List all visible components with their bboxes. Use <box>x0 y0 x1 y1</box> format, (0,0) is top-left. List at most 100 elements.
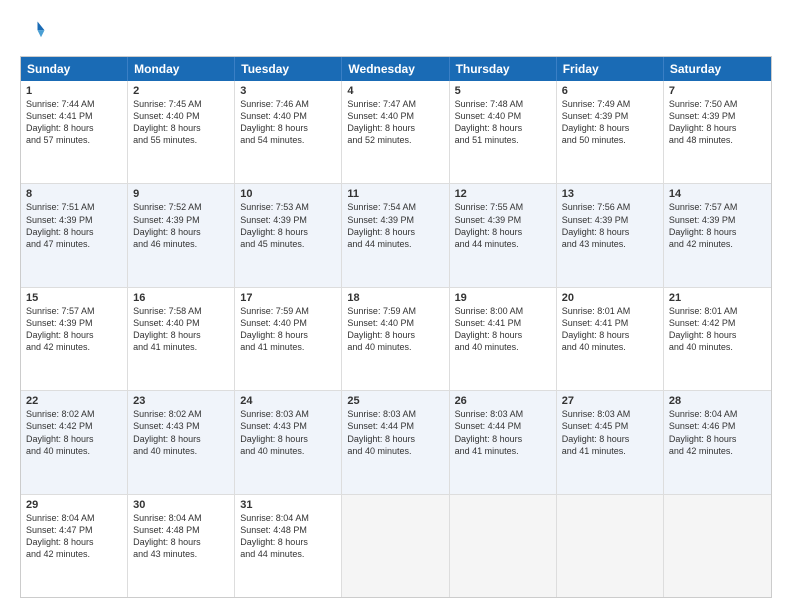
cell-text: Sunrise: 7:51 AMSunset: 4:39 PMDaylight:… <box>26 201 122 250</box>
day-number: 10 <box>240 188 336 200</box>
header <box>20 18 772 46</box>
day-number: 19 <box>455 292 551 304</box>
cell-text: Sunrise: 8:03 AMSunset: 4:44 PMDaylight:… <box>347 408 443 457</box>
calendar-cell: 31Sunrise: 8:04 AMSunset: 4:48 PMDayligh… <box>235 495 342 597</box>
calendar-cell: 17Sunrise: 7:59 AMSunset: 4:40 PMDayligh… <box>235 288 342 390</box>
cell-text: Sunrise: 7:47 AMSunset: 4:40 PMDaylight:… <box>347 98 443 147</box>
calendar-cell: 4Sunrise: 7:47 AMSunset: 4:40 PMDaylight… <box>342 81 449 183</box>
cell-text: Sunrise: 7:44 AMSunset: 4:41 PMDaylight:… <box>26 98 122 147</box>
cell-text: Sunrise: 8:01 AMSunset: 4:41 PMDaylight:… <box>562 305 658 354</box>
calendar-cell: 29Sunrise: 8:04 AMSunset: 4:47 PMDayligh… <box>21 495 128 597</box>
day-number: 4 <box>347 85 443 97</box>
calendar-cell: 19Sunrise: 8:00 AMSunset: 4:41 PMDayligh… <box>450 288 557 390</box>
day-number: 7 <box>669 85 766 97</box>
calendar-cell: 6Sunrise: 7:49 AMSunset: 4:39 PMDaylight… <box>557 81 664 183</box>
day-number: 2 <box>133 85 229 97</box>
calendar-cell: 20Sunrise: 8:01 AMSunset: 4:41 PMDayligh… <box>557 288 664 390</box>
calendar-cell: 23Sunrise: 8:02 AMSunset: 4:43 PMDayligh… <box>128 391 235 493</box>
day-number: 13 <box>562 188 658 200</box>
calendar-cell: 5Sunrise: 7:48 AMSunset: 4:40 PMDaylight… <box>450 81 557 183</box>
logo <box>20 18 52 46</box>
day-number: 29 <box>26 499 122 511</box>
cell-text: Sunrise: 8:04 AMSunset: 4:48 PMDaylight:… <box>240 512 336 561</box>
calendar-cell: 11Sunrise: 7:54 AMSunset: 4:39 PMDayligh… <box>342 184 449 286</box>
day-number: 18 <box>347 292 443 304</box>
calendar-row: 1Sunrise: 7:44 AMSunset: 4:41 PMDaylight… <box>21 81 771 183</box>
day-number: 23 <box>133 395 229 407</box>
calendar-cell <box>664 495 771 597</box>
cell-text: Sunrise: 8:00 AMSunset: 4:41 PMDaylight:… <box>455 305 551 354</box>
calendar-row: 29Sunrise: 8:04 AMSunset: 4:47 PMDayligh… <box>21 494 771 597</box>
cell-text: Sunrise: 7:55 AMSunset: 4:39 PMDaylight:… <box>455 201 551 250</box>
cell-text: Sunrise: 8:04 AMSunset: 4:46 PMDaylight:… <box>669 408 766 457</box>
cell-text: Sunrise: 8:04 AMSunset: 4:47 PMDaylight:… <box>26 512 122 561</box>
calendar-cell <box>342 495 449 597</box>
calendar-cell: 9Sunrise: 7:52 AMSunset: 4:39 PMDaylight… <box>128 184 235 286</box>
logo-icon <box>20 18 48 46</box>
calendar-cell: 25Sunrise: 8:03 AMSunset: 4:44 PMDayligh… <box>342 391 449 493</box>
day-number: 31 <box>240 499 336 511</box>
cell-text: Sunrise: 8:01 AMSunset: 4:42 PMDaylight:… <box>669 305 766 354</box>
weekday-header: Monday <box>128 57 235 81</box>
calendar-cell: 12Sunrise: 7:55 AMSunset: 4:39 PMDayligh… <box>450 184 557 286</box>
calendar-cell: 30Sunrise: 8:04 AMSunset: 4:48 PMDayligh… <box>128 495 235 597</box>
day-number: 12 <box>455 188 551 200</box>
calendar-cell: 10Sunrise: 7:53 AMSunset: 4:39 PMDayligh… <box>235 184 342 286</box>
calendar-cell: 2Sunrise: 7:45 AMSunset: 4:40 PMDaylight… <box>128 81 235 183</box>
day-number: 24 <box>240 395 336 407</box>
cell-text: Sunrise: 7:59 AMSunset: 4:40 PMDaylight:… <box>347 305 443 354</box>
cell-text: Sunrise: 7:46 AMSunset: 4:40 PMDaylight:… <box>240 98 336 147</box>
page: SundayMondayTuesdayWednesdayThursdayFrid… <box>0 0 792 612</box>
cell-text: Sunrise: 7:57 AMSunset: 4:39 PMDaylight:… <box>669 201 766 250</box>
cell-text: Sunrise: 8:02 AMSunset: 4:42 PMDaylight:… <box>26 408 122 457</box>
day-number: 17 <box>240 292 336 304</box>
day-number: 21 <box>669 292 766 304</box>
cell-text: Sunrise: 8:02 AMSunset: 4:43 PMDaylight:… <box>133 408 229 457</box>
calendar-cell: 24Sunrise: 8:03 AMSunset: 4:43 PMDayligh… <box>235 391 342 493</box>
calendar-cell: 3Sunrise: 7:46 AMSunset: 4:40 PMDaylight… <box>235 81 342 183</box>
cell-text: Sunrise: 7:45 AMSunset: 4:40 PMDaylight:… <box>133 98 229 147</box>
calendar-cell: 28Sunrise: 8:04 AMSunset: 4:46 PMDayligh… <box>664 391 771 493</box>
day-number: 8 <box>26 188 122 200</box>
calendar-row: 8Sunrise: 7:51 AMSunset: 4:39 PMDaylight… <box>21 183 771 286</box>
calendar-cell <box>450 495 557 597</box>
calendar-row: 15Sunrise: 7:57 AMSunset: 4:39 PMDayligh… <box>21 287 771 390</box>
calendar-cell: 22Sunrise: 8:02 AMSunset: 4:42 PMDayligh… <box>21 391 128 493</box>
calendar-body: 1Sunrise: 7:44 AMSunset: 4:41 PMDaylight… <box>21 81 771 597</box>
day-number: 9 <box>133 188 229 200</box>
calendar: SundayMondayTuesdayWednesdayThursdayFrid… <box>20 56 772 598</box>
cell-text: Sunrise: 7:59 AMSunset: 4:40 PMDaylight:… <box>240 305 336 354</box>
day-number: 25 <box>347 395 443 407</box>
day-number: 14 <box>669 188 766 200</box>
day-number: 15 <box>26 292 122 304</box>
calendar-cell: 18Sunrise: 7:59 AMSunset: 4:40 PMDayligh… <box>342 288 449 390</box>
cell-text: Sunrise: 7:53 AMSunset: 4:39 PMDaylight:… <box>240 201 336 250</box>
calendar-cell: 7Sunrise: 7:50 AMSunset: 4:39 PMDaylight… <box>664 81 771 183</box>
weekday-header: Sunday <box>21 57 128 81</box>
calendar-cell: 13Sunrise: 7:56 AMSunset: 4:39 PMDayligh… <box>557 184 664 286</box>
day-number: 16 <box>133 292 229 304</box>
cell-text: Sunrise: 7:48 AMSunset: 4:40 PMDaylight:… <box>455 98 551 147</box>
day-number: 3 <box>240 85 336 97</box>
day-number: 27 <box>562 395 658 407</box>
cell-text: Sunrise: 8:03 AMSunset: 4:45 PMDaylight:… <box>562 408 658 457</box>
calendar-cell <box>557 495 664 597</box>
day-number: 26 <box>455 395 551 407</box>
cell-text: Sunrise: 7:52 AMSunset: 4:39 PMDaylight:… <box>133 201 229 250</box>
cell-text: Sunrise: 7:58 AMSunset: 4:40 PMDaylight:… <box>133 305 229 354</box>
calendar-row: 22Sunrise: 8:02 AMSunset: 4:42 PMDayligh… <box>21 390 771 493</box>
day-number: 20 <box>562 292 658 304</box>
calendar-cell: 8Sunrise: 7:51 AMSunset: 4:39 PMDaylight… <box>21 184 128 286</box>
calendar-cell: 27Sunrise: 8:03 AMSunset: 4:45 PMDayligh… <box>557 391 664 493</box>
cell-text: Sunrise: 7:57 AMSunset: 4:39 PMDaylight:… <box>26 305 122 354</box>
day-number: 5 <box>455 85 551 97</box>
calendar-cell: 14Sunrise: 7:57 AMSunset: 4:39 PMDayligh… <box>664 184 771 286</box>
calendar-cell: 16Sunrise: 7:58 AMSunset: 4:40 PMDayligh… <box>128 288 235 390</box>
calendar-cell: 1Sunrise: 7:44 AMSunset: 4:41 PMDaylight… <box>21 81 128 183</box>
day-number: 30 <box>133 499 229 511</box>
calendar-header: SundayMondayTuesdayWednesdayThursdayFrid… <box>21 57 771 81</box>
weekday-header: Friday <box>557 57 664 81</box>
cell-text: Sunrise: 7:50 AMSunset: 4:39 PMDaylight:… <box>669 98 766 147</box>
weekday-header: Tuesday <box>235 57 342 81</box>
weekday-header: Thursday <box>450 57 557 81</box>
